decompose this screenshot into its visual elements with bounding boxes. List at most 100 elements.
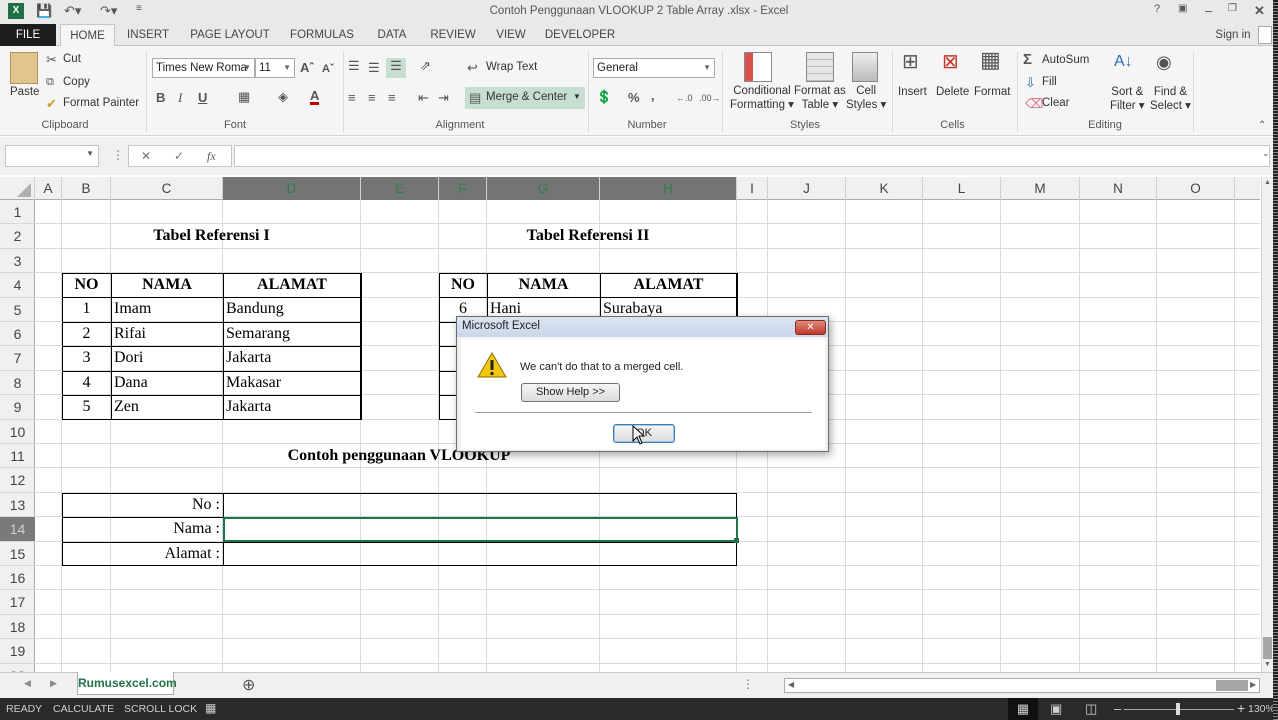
normal-view-icon[interactable]: ▦ [1008,698,1038,720]
macro-record-icon[interactable]: ▦ [205,701,216,715]
cancel-icon[interactable]: ✕ [141,149,151,163]
table1-cell[interactable]: Dori [111,346,223,370]
delete-button[interactable]: Delete [936,86,969,98]
column-header-e[interactable]: E [361,177,439,200]
tab-view[interactable]: VIEW [492,24,530,46]
italic-button[interactable]: I [178,90,182,106]
zoom-level[interactable]: 130% [1248,703,1275,715]
example-label[interactable]: Alamat : [62,542,223,566]
font-size-combo[interactable]: 11 ▼ [255,58,295,78]
copy-button[interactable]: Copy [63,76,90,88]
row-header-17[interactable]: 17 [0,590,35,615]
hscroll-split-icon[interactable]: ⋮ [742,677,754,691]
table2-header-no[interactable]: NO [439,273,487,297]
bold-button[interactable]: B [156,90,165,106]
accounting-format-icon[interactable]: 💲 [596,89,612,105]
column-header-i[interactable]: I [737,177,768,200]
conditional-formatting-button[interactable]: Conditional Formatting ▾ [730,85,794,111]
close-icon[interactable]: ✕ [1254,3,1265,19]
column-header-a[interactable]: A [35,177,62,200]
row-header-19[interactable]: 19 [0,639,35,664]
row-header-18[interactable]: 18 [0,615,35,640]
table1-header-no[interactable]: NO [62,273,111,297]
zoom-in-icon[interactable]: + [1237,700,1245,716]
format-painter-button[interactable]: Format Painter [63,97,139,109]
table1-cell[interactable]: Makasar [223,371,361,395]
borders-icon[interactable]: ▦ [238,89,250,105]
column-header-l[interactable]: L [923,177,1001,200]
row-header-10[interactable]: 10 [0,420,35,444]
top-align-icon[interactable]: ☰ [348,58,360,74]
cell-styles-button[interactable]: Cell Styles ▾ [846,85,886,111]
horizontal-scroll-thumb[interactable] [1216,680,1248,691]
table2-header-nama[interactable]: NAMA [487,273,600,297]
table1-header-alamat[interactable]: ALAMAT [223,273,361,297]
vertical-scroll-thumb[interactable] [1263,637,1272,659]
increase-indent-icon[interactable]: ⇥ [438,90,449,106]
column-header-g[interactable]: G [487,177,600,200]
align-right-icon[interactable]: ≡ [388,90,396,106]
page-layout-view-icon[interactable]: ▣ [1050,701,1062,717]
row-header-9[interactable]: 9 [0,395,35,420]
tab-formulas[interactable]: FORMULAS [286,24,358,46]
row-header-4[interactable]: 4 [0,273,35,298]
tab-developer[interactable]: DEVELOPER [544,24,616,46]
user-avatar-icon[interactable] [1258,26,1272,44]
page-break-view-icon[interactable]: ◫ [1085,701,1097,717]
column-header-h[interactable]: H [600,177,737,200]
prev-sheet-icon[interactable]: ◀ [24,678,31,689]
example-label[interactable]: Nama : [62,517,223,541]
collapse-ribbon-icon[interactable]: ⌃ [1258,118,1266,134]
select-all-button[interactable] [0,177,35,200]
column-header-c[interactable]: C [111,177,223,200]
percent-button[interactable]: % [628,90,640,106]
tab-file[interactable]: FILE [0,24,56,46]
fill-handle[interactable] [734,538,739,543]
help-icon[interactable]: ? [1154,3,1160,15]
increase-decimal-icon[interactable]: ←.0 [676,90,693,106]
row-header-7[interactable]: 7 [0,346,35,371]
autosum-button[interactable]: AutoSum [1042,54,1089,66]
column-header-b[interactable]: B [62,177,111,200]
tab-page-layout[interactable]: PAGE LAYOUT [186,24,274,46]
format-button[interactable]: Format [974,86,1010,98]
table1-cell[interactable]: Semarang [223,322,361,346]
zoom-slider-thumb[interactable] [1176,703,1180,715]
merge-center-button[interactable]: ▤ Merge & Center ▼ [465,87,585,109]
row-header-6[interactable]: 6 [0,322,35,347]
table1-cell[interactable]: 1 [62,297,111,321]
font-color-icon[interactable]: A [310,89,320,105]
bottom-align-icon[interactable]: ☰ [386,58,406,78]
row-header-14[interactable]: 14 [0,517,35,542]
column-header-f[interactable]: F [439,177,487,200]
table1-cell[interactable]: Dana [111,371,223,395]
paste-icon[interactable] [10,52,38,84]
enter-icon[interactable]: ✓ [174,149,184,163]
horizontal-scrollbar[interactable]: ◀ ▶ [784,678,1260,693]
row-header-8[interactable]: 8 [0,371,35,396]
scroll-right-icon[interactable]: ▶ [1250,680,1256,689]
tab-review[interactable]: REVIEW [426,24,480,46]
row-header-1[interactable]: 1 [0,200,35,225]
merge-dropdown-icon[interactable]: ▼ [573,92,581,101]
column-header-o[interactable]: O [1157,177,1235,200]
name-box-dropdown-icon[interactable]: ▼ [86,149,94,158]
vertical-scrollbar[interactable]: ▲ ▼ [1261,177,1273,672]
zoom-out-icon[interactable]: – [1114,701,1121,716]
column-header-j[interactable]: J [768,177,846,200]
tab-home[interactable]: HOME [60,24,115,47]
sort-filter-button[interactable]: Sort & Filter ▾ [1110,86,1145,112]
table1-cell[interactable]: Zen [111,395,223,419]
cut-button[interactable]: Cut [63,53,81,65]
row-header-16[interactable]: 16 [0,566,35,591]
table1-cell[interactable]: Jakarta [223,346,361,370]
comma-button[interactable]: , [651,88,655,104]
column-header-d[interactable]: D [223,177,361,200]
underline-button[interactable]: U [198,90,207,106]
minimize-icon[interactable]: – [1205,3,1212,18]
align-center-icon[interactable]: ≡ [368,90,376,106]
scroll-down-icon[interactable]: ▼ [1264,661,1271,668]
insert-function-button[interactable]: fx [207,149,216,164]
paste-button[interactable]: Paste [10,86,39,98]
selected-cell-range[interactable] [223,517,738,542]
